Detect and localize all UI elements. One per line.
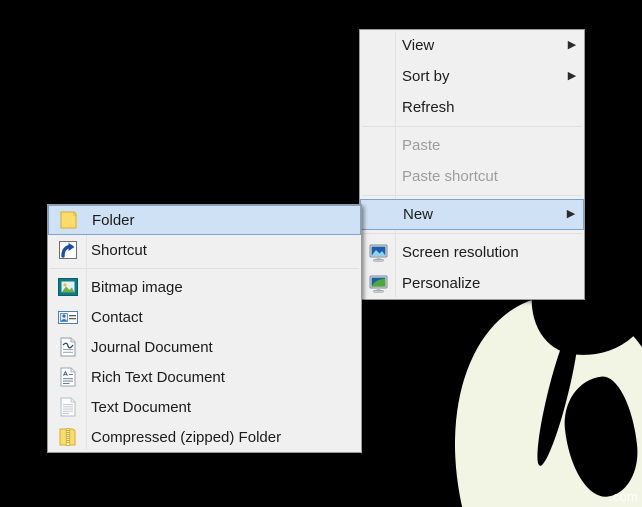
desktop-context-menu[interactable]: View ▶ Sort by ▶ Refresh Paste Paste shortcut N… xyxy=(359,29,585,300)
menu-item-label: Journal Document xyxy=(91,338,213,356)
chevron-right-icon: ▶ xyxy=(566,208,576,220)
menu-item-label: Paste shortcut xyxy=(402,168,498,185)
submenu-item-journal-document[interactable]: Journal Document xyxy=(48,332,361,362)
submenu-item-shortcut[interactable]: Shortcut xyxy=(48,235,361,265)
chevron-right-icon: ▶ xyxy=(567,70,577,82)
submenu-item-compressed-zipped-folder[interactable]: Compressed (zipped) Folder xyxy=(48,422,361,452)
menu-item-label: Bitmap image xyxy=(91,278,183,296)
folder-icon xyxy=(58,209,80,231)
submenu-item-contact[interactable]: Contact xyxy=(48,302,361,332)
menu-item-icon-slot xyxy=(50,364,86,390)
menu-item-label: Refresh xyxy=(402,99,455,116)
context-menu-item-refresh[interactable]: Refresh xyxy=(360,92,584,123)
menu-item-icon-slot xyxy=(362,33,395,59)
menu-item-label: Paste xyxy=(402,137,441,154)
menu-item-icon-slot xyxy=(362,240,395,266)
menu-item-label: Contact xyxy=(91,308,143,326)
menu-item-label: Personalize xyxy=(402,275,481,292)
zip-folder-icon xyxy=(57,426,79,448)
submenu-item-rich-text-document[interactable]: Rich Text Document xyxy=(48,362,361,392)
menu-item-label: Sort by xyxy=(402,68,450,85)
menu-item-icon-slot xyxy=(50,274,86,300)
watermark-text: .com xyxy=(609,489,638,504)
submenu-item-folder[interactable]: Folder xyxy=(48,205,361,235)
menu-item-icon-slot xyxy=(50,334,86,360)
monitor-green-icon xyxy=(368,274,390,294)
menu-item-label: View xyxy=(402,37,435,54)
menu-item-icon-slot xyxy=(363,202,396,228)
context-menu-item-view[interactable]: View ▶ xyxy=(360,30,584,61)
menu-item-label: New xyxy=(403,206,434,223)
menu-item-label: Folder xyxy=(92,211,135,229)
menu-item-icon-slot xyxy=(50,237,86,263)
monitor-blue-icon xyxy=(368,243,390,263)
menu-item-label: Shortcut xyxy=(91,241,147,259)
menu-separator xyxy=(50,268,359,269)
menu-item-icon-slot xyxy=(362,164,395,190)
context-menu-item-sort-by[interactable]: Sort by ▶ xyxy=(360,61,584,92)
contact-icon xyxy=(57,306,79,328)
new-submenu[interactable]: Folder Shortcut Bitmap image Contact Journal… xyxy=(47,204,362,453)
journal-doc-icon xyxy=(57,336,79,358)
chevron-right-icon: ▶ xyxy=(567,39,577,51)
submenu-item-bitmap-image[interactable]: Bitmap image xyxy=(48,272,361,302)
menu-item-icon-slot xyxy=(51,207,87,233)
menu-item-icon-slot xyxy=(362,133,395,159)
menu-item-icon-slot xyxy=(50,304,86,330)
new-submenu-item-list: Folder Shortcut Bitmap image Contact Journal… xyxy=(48,205,361,452)
context-menu-item-new[interactable]: New ▶ xyxy=(360,199,584,230)
menu-item-label: Screen resolution xyxy=(402,244,519,261)
menu-item-icon-slot xyxy=(50,394,86,420)
menu-item-icon-slot xyxy=(362,95,395,121)
menu-item-icon-slot xyxy=(362,271,395,297)
text-doc-icon xyxy=(57,396,79,418)
context-menu-item-list: View ▶ Sort by ▶ Refresh Paste Paste shortcut N… xyxy=(360,30,584,299)
menu-item-icon-slot xyxy=(50,424,86,450)
menu-item-label: Text Document xyxy=(91,398,192,416)
context-menu-item-paste: Paste xyxy=(360,130,584,161)
menu-item-icon-slot xyxy=(362,64,395,90)
shortcut-icon xyxy=(57,239,79,261)
submenu-item-text-document[interactable]: Text Document xyxy=(48,392,361,422)
bitmap-image-icon xyxy=(57,276,79,298)
menu-item-label: Compressed (zipped) Folder xyxy=(91,428,282,446)
rich-text-doc-icon xyxy=(57,366,79,388)
context-menu-item-paste-shortcut: Paste shortcut xyxy=(360,161,584,192)
menu-item-label: Rich Text Document xyxy=(91,368,225,386)
context-menu-item-personalize[interactable]: Personalize xyxy=(360,268,584,299)
context-menu-item-screen-resolution[interactable]: Screen resolution xyxy=(360,237,584,268)
